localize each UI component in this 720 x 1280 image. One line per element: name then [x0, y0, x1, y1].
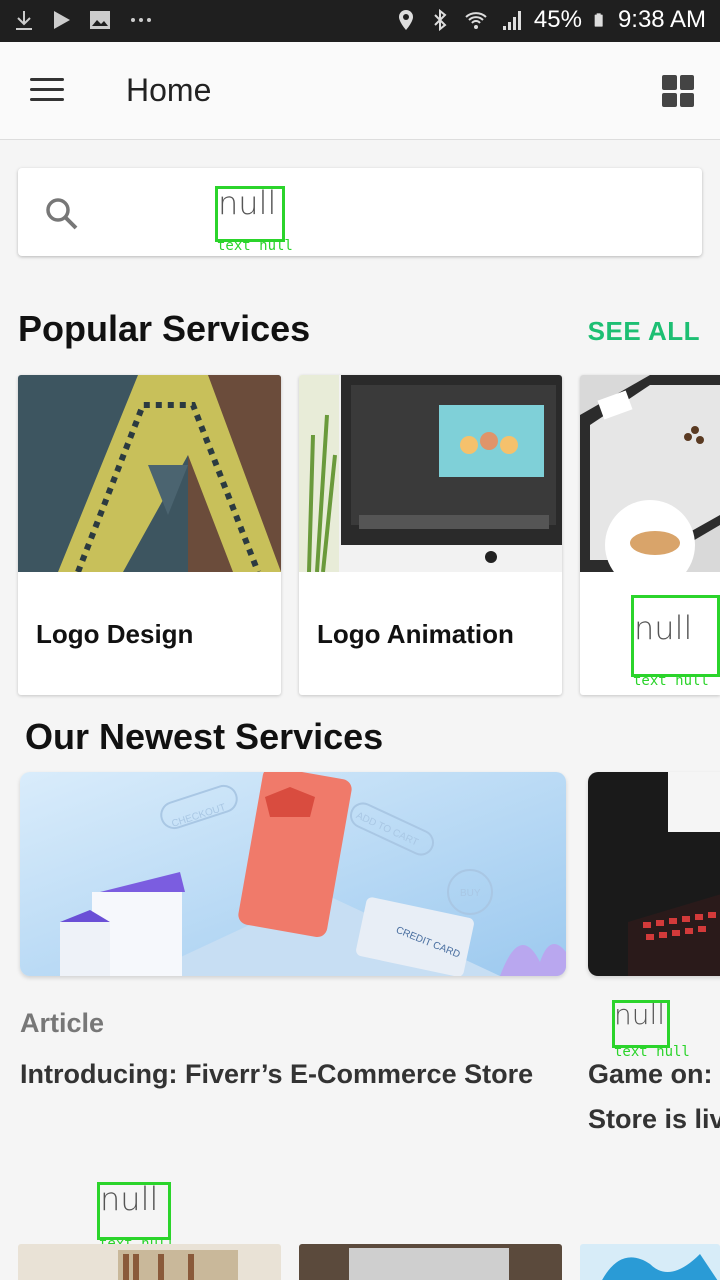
page-title: Home [126, 72, 212, 108]
annotation-box [631, 595, 720, 677]
logo-design-image [18, 375, 281, 572]
service-card-3[interactable]: null text null [580, 375, 720, 695]
annotation-label: text null [633, 673, 709, 689]
article-headline[interactable]: Introducing: Fiverr’s E-Commerce Store [20, 1052, 533, 1097]
article-headline-2-line2[interactable]: Store is liv [588, 1097, 720, 1142]
location-icon [398, 10, 413, 30]
battery-icon [594, 13, 603, 27]
bottom-card-3[interactable] [580, 1244, 720, 1280]
laptop-image [299, 1244, 562, 1280]
app-bar: Home [0, 42, 720, 140]
annotation-box [612, 1000, 670, 1048]
download-icon [16, 11, 32, 30]
annotation-box [215, 186, 285, 242]
service-card-logo-design[interactable]: Logo Design [18, 375, 281, 695]
clock: 9:38 AM [617, 6, 706, 33]
blue-illustration-image [580, 1244, 720, 1280]
play-store-icon [54, 11, 70, 29]
popular-services-title: Popular Services [18, 308, 311, 349]
battery-percent: 45% [533, 6, 582, 33]
status-bar: 45% 9:38 AM [0, 0, 720, 42]
grid-view-icon[interactable] [662, 75, 694, 107]
newest-item-ecommerce-image[interactable]: CHECKOUT CREDIT CARD ADD TO CART BUY [20, 772, 566, 976]
article-headline-2-line1[interactable]: Game on: [588, 1052, 713, 1097]
hamburger-menu-icon[interactable] [30, 78, 64, 104]
article-kicker: Article [20, 1008, 105, 1038]
annotation-label: text null [217, 238, 293, 254]
search-icon [46, 198, 78, 230]
service-card-logo-animation[interactable]: Logo Animation [299, 375, 562, 695]
image-icon [90, 11, 110, 29]
logo-animation-image [299, 375, 562, 572]
more-dots-icon [131, 18, 151, 22]
bookshelf-image [18, 1244, 281, 1280]
ecommerce-illustration: CHECKOUT CREDIT CARD ADD TO CART BUY [20, 772, 566, 976]
gaming-illustration [588, 772, 720, 976]
signal-icon [502, 11, 521, 30]
bottom-card-2[interactable] [299, 1244, 562, 1280]
bottom-card-1[interactable] [18, 1244, 281, 1280]
search-bar[interactable]: null text null [18, 168, 702, 256]
bluetooth-icon [434, 8, 447, 32]
newest-services-title: Our Newest Services [25, 716, 384, 757]
card-label: Logo Animation [317, 619, 514, 649]
newest-item-game-image[interactable] [588, 772, 720, 976]
service-3-image [580, 375, 720, 572]
image-text-buy: BUY [460, 888, 481, 899]
wifi-icon [465, 12, 487, 29]
see-all-link[interactable]: SEE ALL [588, 316, 700, 347]
annotation-box [97, 1182, 171, 1240]
card-label: Logo Design [36, 619, 194, 649]
